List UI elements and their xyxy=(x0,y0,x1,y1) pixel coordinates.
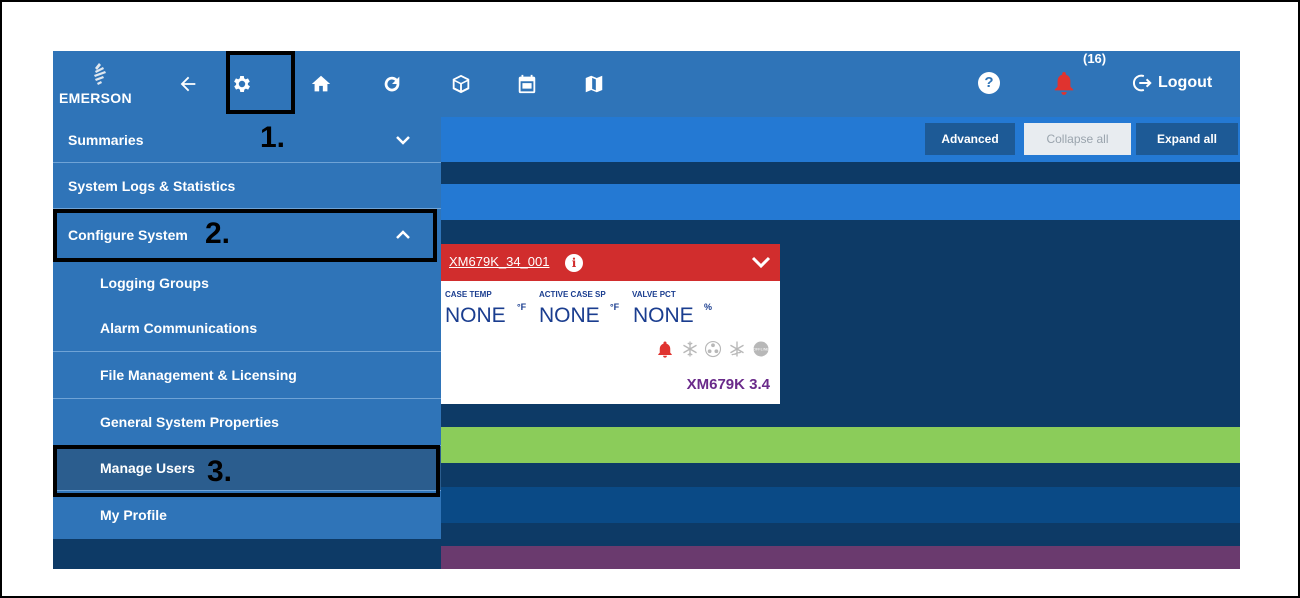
logout-icon xyxy=(1133,74,1152,92)
sidebar-item-label: Alarm Communications xyxy=(100,319,258,336)
callout-box-manage-users xyxy=(53,445,440,497)
device-name-link[interactable]: XM679K_34_001 xyxy=(449,254,549,269)
metric-unit: % xyxy=(704,302,713,312)
offline-icon: OFFLINE xyxy=(753,341,769,357)
group-header-blue[interactable] xyxy=(441,184,1240,220)
sidebar-item-label: My Profile xyxy=(100,507,167,523)
calendar-icon[interactable] xyxy=(511,68,543,100)
logout-label: Logout xyxy=(1158,74,1213,91)
collapse-all-button[interactable]: Collapse all xyxy=(1024,123,1131,155)
device-card[interactable]: XM679K_34_001 i CASE TEMP ACTIVE CASE SP… xyxy=(441,244,780,404)
group-header-navy[interactable] xyxy=(441,487,1240,523)
callout-box-configure-system xyxy=(53,209,437,262)
sidebar-item-label: System Logs & Statistics xyxy=(68,177,236,194)
logout-button[interactable]: Logout xyxy=(1131,69,1212,97)
alarm-bell-icon xyxy=(658,341,672,358)
snowflake-icon xyxy=(683,341,697,357)
advanced-button[interactable]: Advanced xyxy=(925,123,1015,155)
sidebar-item-label: Logging Groups xyxy=(100,274,209,291)
back-arrow-icon[interactable] xyxy=(172,68,204,100)
callout-number: 2. xyxy=(205,217,231,250)
group-header-purple[interactable] xyxy=(441,546,1240,569)
sidebar-item-logging-groups[interactable]: Logging Groups xyxy=(53,261,441,304)
callout-box-settings xyxy=(226,51,295,114)
device-model: XM679K 3.4 xyxy=(686,376,770,393)
logo-text: EMERSON xyxy=(59,90,132,106)
sidebar-item-label: General System Properties xyxy=(100,414,279,430)
expand-all-button[interactable]: Expand all xyxy=(1136,123,1238,155)
home-icon[interactable] xyxy=(305,68,337,100)
cube-icon[interactable] xyxy=(445,68,477,100)
content-toolbar: Advanced Collapse all Expand all xyxy=(441,117,1240,162)
device-card-header[interactable]: XM679K_34_001 i xyxy=(441,244,780,281)
sidebar-item-label: File Management & Licensing xyxy=(100,367,297,383)
emerson-logo[interactable]: EMERSON xyxy=(59,63,149,107)
alarm-bell-icon[interactable] xyxy=(1053,70,1075,96)
metric-value: NONE xyxy=(539,304,600,327)
sidebar-item-general-system-properties[interactable]: General System Properties xyxy=(53,398,441,445)
info-icon[interactable]: i xyxy=(565,254,583,272)
sidebar-item-my-profile[interactable]: My Profile xyxy=(53,490,441,539)
sidebar-item-summaries[interactable]: Summaries xyxy=(53,117,441,162)
chevron-down-icon[interactable] xyxy=(395,132,411,148)
refresh-icon[interactable] xyxy=(376,68,408,100)
defrost-icon xyxy=(730,341,744,357)
callout-number: 3. xyxy=(207,455,233,488)
sidebar-item-system-logs[interactable]: System Logs & Statistics xyxy=(53,162,441,208)
metric-unit: °F xyxy=(517,302,527,312)
fan-icon xyxy=(704,340,722,358)
metric-label: VALVE PCT xyxy=(632,290,676,299)
app-window: EMERSON ? (16) Logout Advanced Collapse … xyxy=(53,51,1240,569)
metric-unit: °F xyxy=(610,302,620,312)
sidebar-item-file-management[interactable]: File Management & Licensing xyxy=(53,351,441,398)
metric-value: NONE xyxy=(633,304,694,327)
metric-label: ACTIVE CASE SP xyxy=(539,290,606,299)
map-icon[interactable] xyxy=(578,68,610,100)
metric-value: NONE xyxy=(445,304,506,327)
sidebar-item-label: Summaries xyxy=(68,131,144,148)
group-header-green[interactable] xyxy=(441,427,1240,463)
help-icon[interactable]: ? xyxy=(978,72,1000,94)
chevron-down-icon[interactable] xyxy=(750,254,772,272)
emerson-logo-mark-icon xyxy=(94,63,106,85)
metric-label: CASE TEMP xyxy=(445,290,492,299)
alarm-count-badge: (16) xyxy=(1083,51,1107,66)
callout-number: 1. xyxy=(260,121,286,154)
offline-text: OFFLINE xyxy=(753,348,769,352)
sidebar-item-alarm-communications[interactable]: Alarm Communications xyxy=(53,304,441,351)
